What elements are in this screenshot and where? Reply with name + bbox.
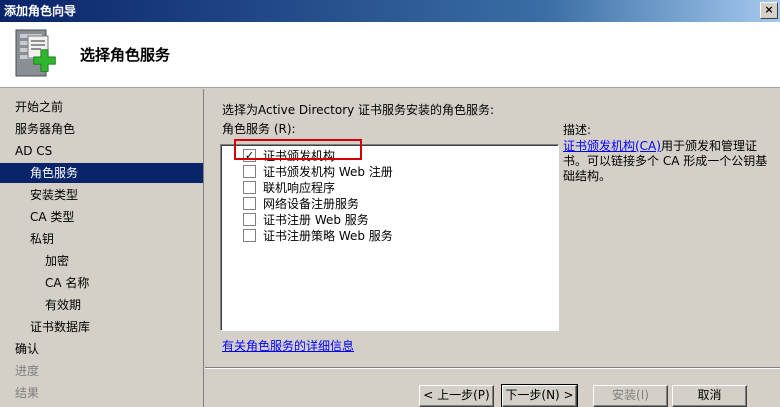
install-button: 安装(I)	[593, 385, 668, 407]
nav-step-private-key[interactable]: 私钥	[30, 229, 54, 249]
nav-step-ca-type[interactable]: CA 类型	[30, 207, 74, 227]
nav-step-setup-type[interactable]: 安装类型	[30, 185, 78, 205]
page-title: 选择角色服务	[80, 46, 171, 64]
role-service-label: 联机响应程序	[263, 180, 336, 195]
nav-step-ca-name[interactable]: CA 名称	[45, 273, 89, 293]
nav-step-certificate-database[interactable]: 证书数据库	[30, 317, 90, 337]
description-text: 证书颁发机构(CA)用于颁发和管理证书。可以链接多个 CA 形成一个公钥基础结构…	[563, 139, 773, 184]
nav-step-progress: 进度	[15, 364, 40, 378]
checkbox[interactable]	[243, 212, 256, 226]
description-ca-link[interactable]: 证书颁发机构(CA)	[563, 139, 661, 153]
description-label: 描述:	[563, 123, 592, 137]
checkbox[interactable]	[243, 180, 256, 194]
nav-step-results: 结果	[15, 386, 40, 400]
separator	[205, 367, 780, 369]
role-service-item[interactable]: 网络设备注册服务	[243, 195, 359, 211]
role-service-item[interactable]: 证书颁发机构 Web 注册	[243, 163, 393, 179]
wizard-steps-nav: 开始之前 服务器角色 AD CS 角色服务 安装类型 CA 类型 私钥 加密 C…	[0, 89, 204, 407]
checkbox[interactable]	[243, 196, 256, 210]
close-window-button[interactable]: ×	[760, 2, 778, 19]
next-button[interactable]: 下一步(N) >	[501, 384, 578, 407]
checkbox[interactable]	[243, 164, 256, 178]
nav-step-validity-period[interactable]: 有效期	[45, 295, 81, 315]
wizard-header: 选择角色服务	[0, 22, 780, 88]
role-service-label: 网络设备注册服务	[263, 196, 360, 211]
role-service-item[interactable]: 证书注册 Web 服务	[243, 211, 369, 227]
role-service-item[interactable]: 证书注册策略 Web 服务	[243, 227, 393, 243]
more-info-link[interactable]: 有关角色服务的详细信息	[222, 337, 354, 354]
window-title: 添加角色向导	[4, 4, 77, 18]
checkbox[interactable]	[243, 228, 256, 242]
title-bar: 添加角色向导 ×	[0, 0, 780, 22]
annotation-highlight-box	[234, 139, 362, 160]
role-service-item[interactable]: 联机响应程序	[243, 179, 335, 195]
role-services-label: 角色服务 (R):	[222, 122, 296, 136]
nav-step-confirmation[interactable]: 确认	[15, 339, 39, 359]
wizard-content: 选择为Active Directory 证书服务安装的角色服务: 角色服务 (R…	[205, 89, 780, 407]
role-service-label: 证书颁发机构 Web 注册	[263, 164, 393, 179]
role-service-label: 证书注册策略 Web 服务	[263, 228, 393, 243]
back-button[interactable]: < 上一步(P)	[419, 385, 494, 407]
nav-step-server-roles[interactable]: 服务器角色	[15, 119, 75, 139]
nav-step-cryptography[interactable]: 加密	[45, 251, 69, 271]
instruction-text: 选择为Active Directory 证书服务安装的角色服务:	[222, 103, 495, 117]
cancel-button[interactable]: 取消	[672, 385, 747, 407]
nav-step-role-services[interactable]: 角色服务	[0, 163, 203, 183]
role-services-list[interactable]: ✓ 证书颁发机构 证书颁发机构 Web 注册 联机响应程序 网络设备注册服务 证…	[220, 144, 559, 331]
role-service-label: 证书注册 Web 服务	[263, 212, 369, 227]
nav-step-ad-cs[interactable]: AD CS	[15, 141, 52, 161]
nav-step-before-you-begin[interactable]: 开始之前	[15, 97, 63, 117]
server-add-icon	[15, 29, 56, 77]
